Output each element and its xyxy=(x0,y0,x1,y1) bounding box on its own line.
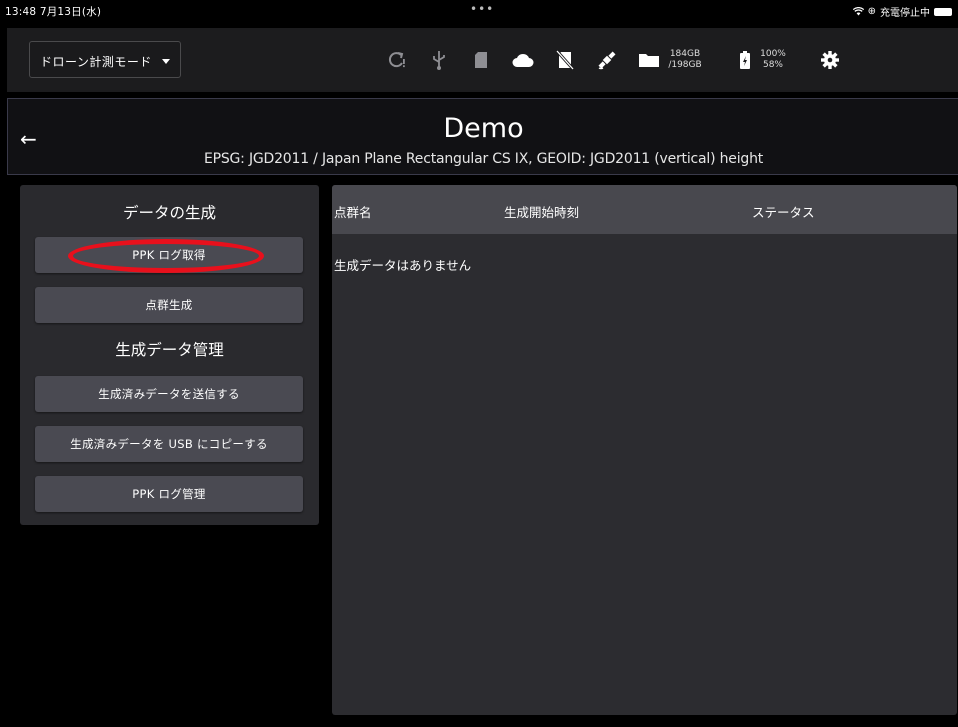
mode-dropdown-label: ドローン計測モード xyxy=(40,55,152,69)
status-right: ⊕ 充電停止中 xyxy=(852,4,952,19)
table-header: 点群名 生成開始時刻 ステータス xyxy=(332,185,957,234)
chevron-down-icon xyxy=(162,59,170,64)
generated-data-table: 点群名 生成開始時刻 ステータス 生成データはありません xyxy=(332,185,957,715)
wifi-icon xyxy=(852,7,864,16)
project-header: ← Demo EPSG: JGD2011 / Japan Plane Recta… xyxy=(7,98,958,175)
point-cloud-generate-button[interactable]: 点群生成 xyxy=(35,287,303,323)
app-screen: 13:48 7月13日(水) ••• ⊕ 充電停止中 ドローン計測モード 184… xyxy=(0,0,958,727)
mode-dropdown[interactable]: ドローン計測モード xyxy=(29,41,181,78)
ppk-log-button[interactable]: PPK ログ取得 xyxy=(35,237,303,273)
folder-icon[interactable] xyxy=(637,48,661,72)
section-title-data-management: 生成データ管理 xyxy=(115,341,224,359)
ppk-log-manage-button[interactable]: PPK ログ管理 xyxy=(35,476,303,512)
battery-icon[interactable] xyxy=(733,48,757,72)
sd-card-icon[interactable] xyxy=(469,48,493,72)
storage-readout: 184GB /198GB xyxy=(665,49,705,71)
send-data-button[interactable]: 生成済みデータを送信する xyxy=(35,376,303,412)
cloud-icon[interactable] xyxy=(511,48,535,72)
empty-state-message: 生成データはありません xyxy=(334,258,472,273)
battery-readout: 100% 58% xyxy=(755,49,791,71)
actions-panel: データの生成 PPK ログ取得 点群生成 生成データ管理 生成済みデータを送信す… xyxy=(20,185,319,525)
orientation-lock-icon: ⊕ xyxy=(867,6,876,17)
storage-total: /198GB xyxy=(668,60,702,70)
gear-icon[interactable] xyxy=(818,48,842,72)
status-bar: 13:48 7月13日(水) ••• ⊕ 充電停止中 xyxy=(0,0,958,22)
refresh-alert-icon[interactable] xyxy=(385,48,409,72)
section-title-data-generation: データの生成 xyxy=(122,204,216,222)
status-time: 13:48 7月13日(水) xyxy=(5,6,102,18)
usb-icon[interactable] xyxy=(427,48,451,72)
column-header-status[interactable]: ステータス xyxy=(752,202,815,221)
charging-status: 充電停止中 xyxy=(880,8,930,19)
top-toolbar: ドローン計測モード 184GB /198GB 100% 58% xyxy=(7,28,958,92)
storage-used: 184GB xyxy=(669,49,701,59)
coordinate-system-subtitle: EPSG: JGD2011 / Japan Plane Rectangular … xyxy=(203,151,764,167)
battery-level-bottom: 58% xyxy=(762,60,783,70)
usb-copy-button[interactable]: 生成済みデータを USB にコピーする xyxy=(35,426,303,462)
satellite-icon[interactable] xyxy=(595,48,619,72)
multitask-dots[interactable]: ••• xyxy=(470,2,494,16)
column-header-point-cloud-name[interactable]: 点群名 xyxy=(334,202,372,221)
column-header-start-time[interactable]: 生成開始時刻 xyxy=(504,202,579,221)
page-title: Demo xyxy=(443,113,524,144)
battery-status-icon xyxy=(934,7,952,16)
no-sim-icon[interactable] xyxy=(553,48,577,72)
battery-level-top: 100% xyxy=(760,49,786,59)
